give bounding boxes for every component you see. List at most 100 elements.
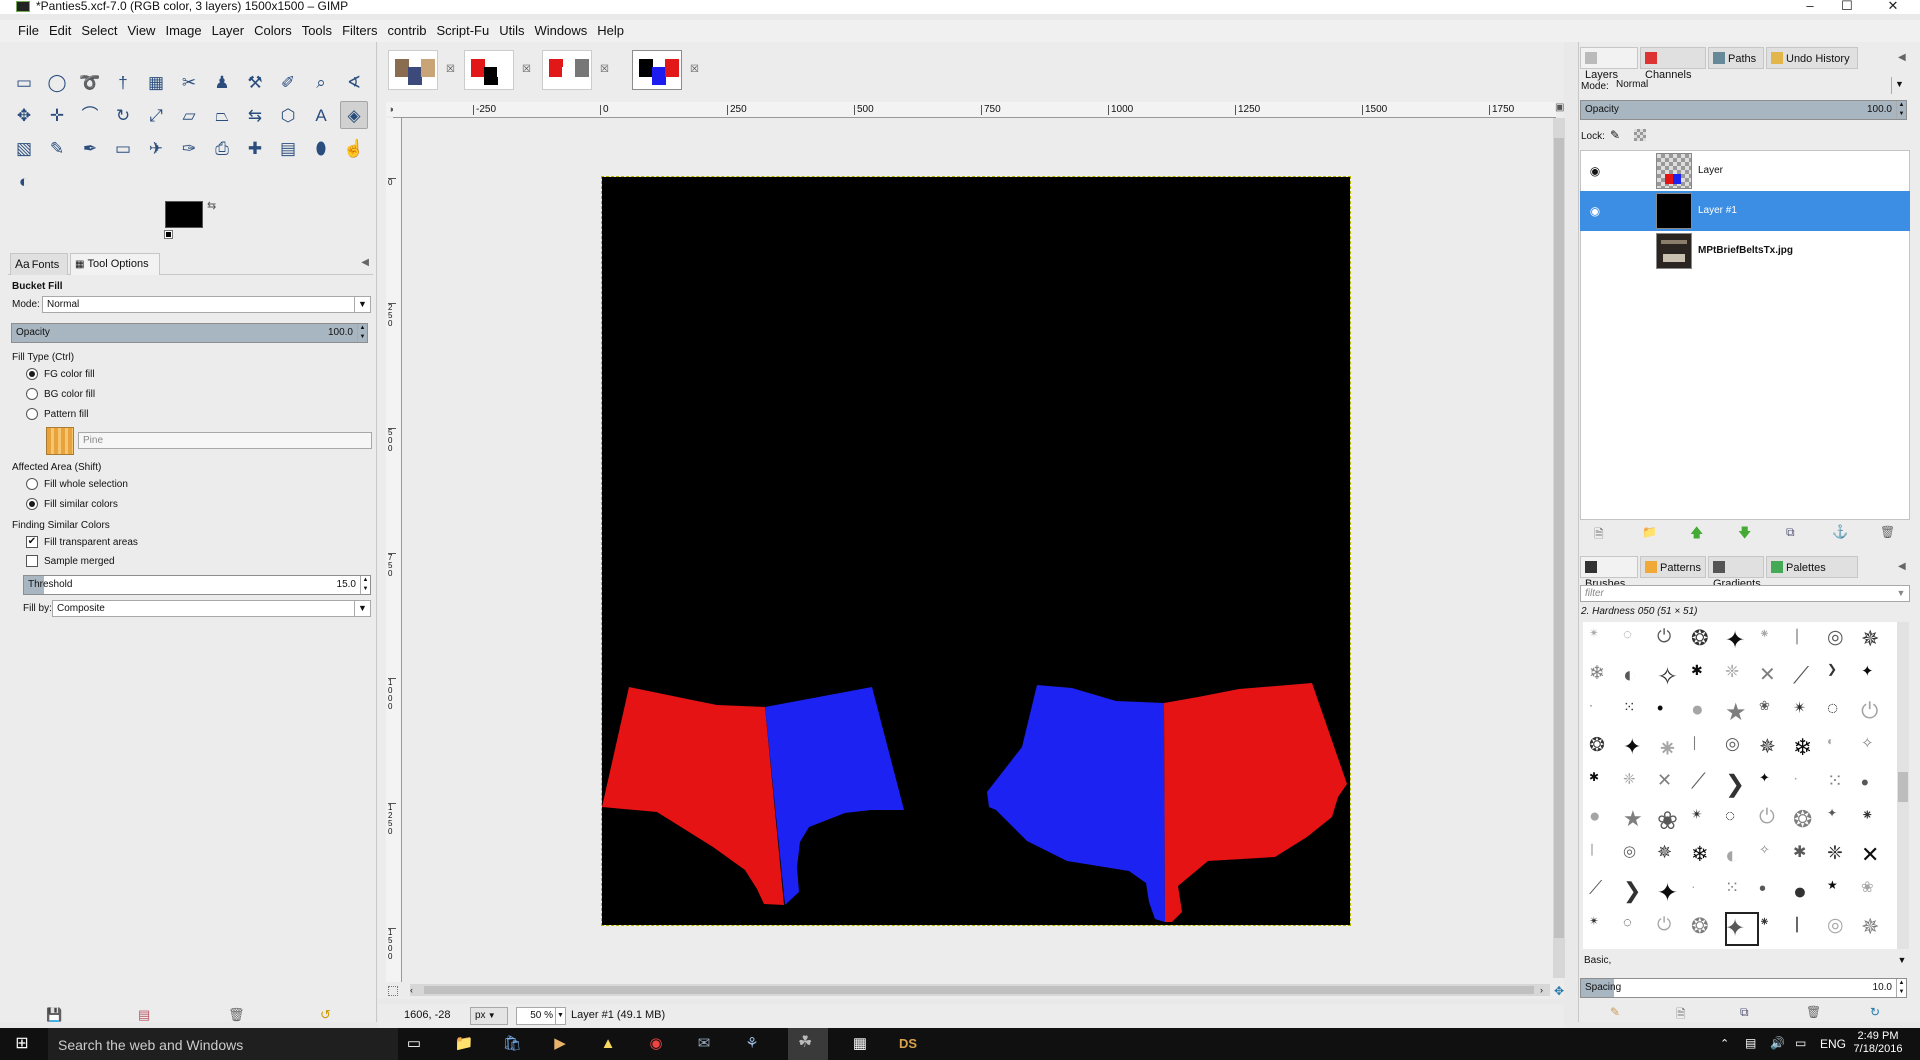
delete-options-icon[interactable]: 🗑 [228,1007,245,1023]
menu-windows[interactable]: Windows [530,20,593,41]
brush-preview[interactable]: ⁕ [1657,734,1678,764]
brush-preview[interactable]: ⏻ [1657,626,1671,647]
brush-preview[interactable]: ◐ [1623,662,1636,688]
scale-icon[interactable]: ⤢ [142,101,170,129]
menu-script-fu[interactable]: Script-Fu [431,20,494,41]
restore-options-icon[interactable]: ▤ [138,1007,150,1023]
layer-row[interactable]: ◉ Layer [1580,151,1910,191]
ellipse-select-icon[interactable]: ◯ [43,68,71,96]
brush-preview[interactable]: ✵ [1861,914,1879,940]
close-tab-icon[interactable]: ☒ [522,64,531,75]
horizontal-scrollbar[interactable]: ‹ › [410,984,1550,996]
fill-similar-colors-radio[interactable] [26,498,38,510]
brush-preview[interactable]: ● [1589,806,1600,828]
scissors-icon[interactable]: ✂ [175,68,203,96]
navigate-icon[interactable]: ✥ [1552,984,1566,998]
lock-alpha-icon[interactable] [1634,129,1646,141]
rotate-icon[interactable]: ↻ [109,101,137,129]
brush-preview[interactable]: ★ [1827,878,1838,892]
tab-channels[interactable]: Channels [1640,47,1706,81]
eraser-icon[interactable]: ▭ [109,134,137,162]
chain-toggle[interactable] [1610,204,1624,218]
brush-preview[interactable]: ✵ [1861,626,1879,652]
brush-preview[interactable]: ✦ [1657,878,1678,908]
maximize-button[interactable]: ☐ [1824,0,1870,14]
layer-row[interactable]: ◉ Layer #1 [1580,191,1910,231]
chrome-icon[interactable]: ◉ [644,1032,668,1056]
vertical-scrollbar[interactable] [1553,118,1565,978]
btab-brushes[interactable]: Brushes [1580,556,1638,590]
ink-icon[interactable]: ✑ [175,134,203,162]
volume-icon[interactable]: 🔊 [1770,1036,1785,1050]
scroll-left-icon[interactable]: ‹ [410,986,418,995]
layers-opacity-slider[interactable]: Opacity 100.0 ▲ ▼ [1580,100,1907,120]
brush-preview[interactable]: • [1657,698,1663,719]
brush-filter-input[interactable]: filter ▼ [1580,585,1910,602]
new-layer-icon[interactable]: 🗎 [1594,525,1604,546]
brush-preview[interactable]: ◌ [1827,698,1838,720]
brush-preview[interactable]: ❈ [1725,662,1739,682]
menu-contrib[interactable]: contrib [382,20,431,41]
tab-fonts[interactable]: Aa Fonts [10,253,68,275]
language-indicator[interactable]: ENG [1820,1037,1846,1051]
search-box[interactable]: Search the web and Windows [48,1028,398,1060]
horizontal-scroll-thumb[interactable] [424,986,1534,994]
steam-icon[interactable]: ⚘ [740,1032,764,1056]
menu-tools[interactable]: Tools [297,20,337,41]
windows-start-icon[interactable]: ⊞ [10,1032,34,1056]
duplicate-layer-icon[interactable]: ⧉ [1786,525,1795,540]
heal-icon[interactable]: ✚ [241,134,269,162]
vertical-ruler[interactable]: 0 250 500 750 1000 1250 1500 [386,118,402,982]
spacing-spinner[interactable]: ▲ ▼ [1896,979,1906,997]
menu-layer[interactable]: Layer [207,20,250,41]
brush-preview[interactable]: ⟋ [1793,662,1809,689]
blend-icon[interactable]: ▧ [10,134,38,162]
brush-preview[interactable]: ❄ [1793,734,1812,761]
menu-colors[interactable]: Colors [249,20,297,41]
brush-preview[interactable]: ✦ [1759,770,1770,786]
configure-tab-icon[interactable]: ◀ [1898,561,1906,572]
blur-icon[interactable]: ⬮ [307,134,335,162]
close-tab-icon[interactable]: ☒ [446,64,455,75]
tab-layers[interactable]: Layers [1580,47,1638,81]
brush-preview[interactable]: ◌ [1623,914,1632,931]
fill-whole-selection-radio[interactable] [26,478,38,490]
selected-brush[interactable] [1725,912,1759,946]
task-view-icon[interactable]: ▭ [402,1032,426,1056]
crop-icon[interactable]: ⌒ [76,101,104,129]
brush-preview[interactable]: ● [1793,878,1807,905]
brush-preview[interactable]: ❀ [1759,698,1770,714]
menu-select[interactable]: Select [76,20,122,41]
visibility-eye-icon[interactable]: ◉ [1586,191,1604,231]
brush-preview[interactable]: ⏻ [1759,806,1775,829]
brush-preview[interactable]: ∣ [1793,626,1801,646]
brush-preview[interactable]: ✕ [1759,662,1776,687]
brush-preview[interactable]: ◌ [1725,806,1735,826]
edit-brush-icon[interactable]: ✎ [1610,1005,1620,1019]
threshold-spinner[interactable]: ▲ ▼ [360,576,370,594]
paintbrush-icon[interactable]: ✒ [76,134,104,162]
fill-by-dropdown[interactable]: Composite ▼ [52,600,371,617]
gimp-taskbar-button[interactable]: ☘ [788,1028,828,1060]
vertical-scroll-thumb[interactable] [1554,138,1564,938]
brush-preview[interactable]: ⟋ [1691,770,1706,794]
save-options-icon[interactable]: 💾 [46,1007,62,1023]
new-layer-group-icon[interactable]: 📁 [1642,525,1657,539]
brush-preview[interactable]: ⁙ [1827,770,1843,793]
new-brush-icon[interactable]: 🗎 [1676,1005,1686,1026]
tab-paths[interactable]: Paths [1708,47,1764,69]
pattern-fill-radio[interactable] [26,408,38,420]
brush-preview[interactable]: ❯ [1827,662,1837,676]
sticky-icon[interactable]: ▲ [596,1032,620,1056]
horizontal-ruler[interactable]: -250 0 250 500 750 1000 1250 1500 1750 [393,102,1556,118]
menu-file[interactable]: File [13,20,44,41]
brush-preview[interactable]: · [1793,770,1798,788]
btab-patterns[interactable]: Patterns [1640,556,1706,578]
delete-layer-icon[interactable]: 🗑 [1880,525,1895,539]
flip-icon[interactable]: ⇆ [241,101,269,129]
brush-preview[interactable]: ❄ [1589,662,1605,685]
tab-undo-history[interactable]: Undo History [1766,47,1858,69]
btab-palettes[interactable]: Palettes [1766,556,1858,578]
brush-preview[interactable]: ∣ [1589,842,1595,856]
zoom-lock-icon[interactable]: ▣ [1555,102,1567,116]
